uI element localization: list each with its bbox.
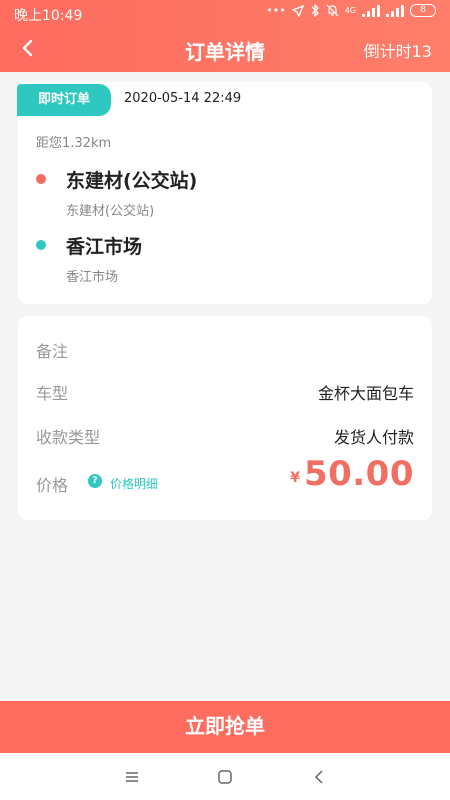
status-bar: 晚上10:49 ••• 4G 8 — [0, 0, 450, 26]
location-icon — [291, 4, 304, 17]
order-details-card: 备注 车型 金杯大面包车 收款类型 发货人付款 价格 ? 价格明细 ¥ 50.0… — [18, 316, 432, 520]
signal-icon-2 — [386, 4, 404, 17]
more-dots-icon: ••• — [266, 4, 286, 17]
mute-bell-icon — [326, 4, 339, 17]
status-time: 晚上10:49 — [14, 8, 83, 24]
destination-name: 香江市场 — [66, 236, 143, 258]
system-navigation-bar — [0, 753, 450, 800]
order-type-tag: 即时订单 — [17, 84, 111, 116]
signal-icon — [362, 4, 380, 17]
currency-symbol: ¥ — [290, 470, 300, 486]
header-background: 晚上10:49 ••• 4G 8 订单详情 倒计时13 — [0, 0, 450, 72]
status-icons: ••• 4G 8 — [266, 4, 436, 17]
navigation-bar: 订单详情 倒计时13 — [0, 26, 450, 72]
payment-value: 发货人付款 — [333, 428, 414, 447]
battery-icon: 8 — [410, 4, 436, 17]
grab-order-button[interactable]: 立即抢单 — [0, 701, 450, 753]
destination-dot-icon — [36, 240, 46, 250]
remark-label: 备注 — [36, 342, 69, 361]
system-back-icon[interactable] — [309, 767, 329, 787]
price-label: 价格 — [36, 476, 69, 495]
origin-detail: 东建材(公交站) — [66, 204, 155, 219]
order-time: 2020-05-14 22:49 — [124, 91, 242, 106]
network-label: 4G — [344, 6, 356, 15]
vehicle-value: 金杯大面包车 — [317, 384, 414, 403]
distance-text: 距您1.32km — [36, 136, 112, 151]
bluetooth-icon — [311, 4, 319, 17]
menu-icon[interactable] — [122, 767, 142, 787]
countdown-timer: 倒计时13 — [363, 42, 432, 61]
destination-detail: 香江市场 — [66, 270, 119, 285]
question-icon[interactable]: ? — [88, 474, 102, 488]
price-display: ¥ 50.00 — [290, 454, 414, 494]
payment-label: 收款类型 — [36, 428, 101, 447]
vehicle-label: 车型 — [36, 384, 69, 403]
origin-name: 东建材(公交站) — [66, 170, 198, 192]
home-icon[interactable] — [215, 767, 235, 787]
origin-dot-icon — [36, 174, 46, 184]
price-detail-link[interactable]: 价格明细 — [110, 475, 158, 492]
price-value: 50.00 — [303, 454, 414, 494]
route-card: 即时订单 2020-05-14 22:49 距您1.32km 东建材(公交站) … — [17, 82, 432, 304]
